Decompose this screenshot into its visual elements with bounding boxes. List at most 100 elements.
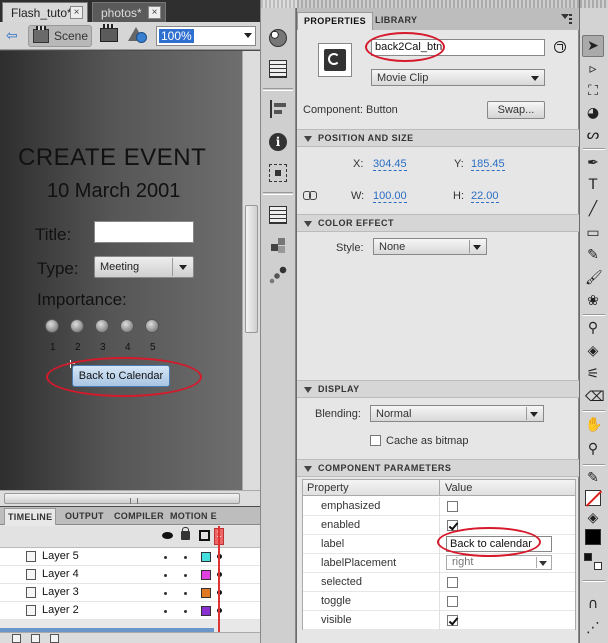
scene-button[interactable]: Scene [28,25,92,47]
rectangle-tool-icon[interactable]: ▭ [585,225,601,241]
stage-horizontal-scrollbar[interactable] [0,490,260,506]
layer-color-swatch[interactable] [201,570,211,580]
pencil-icon[interactable]: ✎ [585,247,601,263]
edit-symbols-icon[interactable] [128,27,148,43]
free-transform-icon[interactable]: ⛶ [585,83,601,99]
layer-row[interactable]: Layer 2 [0,602,260,620]
visibility-dot[interactable] [164,592,167,595]
swap-button[interactable]: Swap... [487,101,545,119]
importance-radio-3[interactable] [95,319,109,333]
outline-icon[interactable] [199,530,210,541]
bone-tool-icon[interactable]: ⚲ [585,320,601,336]
importance-radio-4[interactable] [120,319,134,333]
pen-icon[interactable]: ✒ [585,155,601,171]
panel-menu-icon[interactable] [561,14,573,24]
stage-vertical-scrollbar[interactable] [242,51,260,490]
section-position-size[interactable]: POSITION AND SIZE [297,129,579,147]
tools-grip[interactable] [580,0,608,8]
emphasized-checkbox[interactable] [447,501,458,512]
doc-tab-photos[interactable]: photos* × [92,2,166,22]
snap-magnet-icon[interactable]: ∩ [585,596,601,612]
transform-icon[interactable] [269,164,287,182]
align-icon[interactable] [269,100,287,118]
new-folder-icon[interactable] [31,634,40,643]
lasso-icon[interactable]: ᔕ [585,127,601,143]
smooth-icon[interactable]: ⋰ [585,620,601,636]
tab-motion-editor[interactable]: MOTION E [167,508,220,525]
edit-scene-icon[interactable] [100,24,118,42]
toggle-checkbox[interactable] [447,596,458,607]
zoom-select[interactable]: 100% [156,26,256,46]
tab-timeline[interactable]: TIMELINE [4,508,57,525]
text-tool-icon[interactable]: T [585,177,601,193]
x-value[interactable]: 304.45 [373,158,407,171]
layer-color-swatch[interactable] [201,606,211,616]
paint-bucket-icon[interactable]: ◈ [585,343,601,359]
eyedropper-icon[interactable]: ⚟ [585,366,601,382]
visible-checkbox[interactable] [447,615,458,626]
y-value[interactable]: 185.45 [471,158,505,171]
lock-dot[interactable] [184,610,187,613]
close-icon[interactable]: × [148,6,161,19]
blending-select[interactable]: Normal [370,405,544,422]
section-color-effect[interactable]: COLOR EFFECT [297,214,579,232]
selection-arrow-icon[interactable]: ➤ [585,38,601,54]
lock-dot[interactable] [184,592,187,595]
new-layer-icon[interactable] [12,634,21,643]
enabled-checkbox[interactable] [447,520,458,531]
visibility-dot[interactable] [164,574,167,577]
swap-colors-icon[interactable] [594,562,602,570]
layer-row[interactable]: Layer 5 [0,548,260,566]
scrollbar-thumb[interactable] [4,493,240,504]
dock-grip[interactable] [261,0,297,8]
instance-name-input[interactable]: back2Cal_btn [371,39,545,56]
swatches-icon[interactable] [269,60,287,78]
close-icon[interactable]: × [70,6,83,19]
importance-radio-1[interactable] [45,319,59,333]
stroke-color-swatch[interactable] [585,490,601,506]
tab-compiler[interactable]: COMPILER [111,508,167,525]
lock-icon[interactable] [181,527,190,540]
doc-tab-flash-tuto[interactable]: Flash_tuto* × [2,2,88,22]
h-value[interactable]: 22.00 [471,190,499,203]
3d-rotation-icon[interactable]: ◕ [585,105,601,121]
tab-properties[interactable]: PROPERTIES [297,12,374,30]
tab-output[interactable]: OUTPUT [62,508,107,525]
line-tool-icon[interactable]: ╱ [585,201,601,217]
tab-library[interactable]: LIBRARY [369,12,423,30]
eye-icon[interactable] [162,532,173,539]
stage-canvas[interactable]: CREATE EVENT 10 March 2001 Title: Type: … [0,51,242,490]
brush-icon[interactable]: 🖌 [585,270,603,286]
title-input[interactable] [94,221,194,243]
type-combobox[interactable]: Meeting [94,256,194,278]
w-value[interactable]: 100.00 [373,190,407,203]
symbol-type-select[interactable]: Movie Clip [371,69,545,86]
deco-tool-icon[interactable]: ❀ [585,293,601,309]
motion-presets-icon[interactable] [269,266,287,284]
label-placement-select[interactable]: right [446,555,552,570]
trash-icon[interactable] [50,634,59,643]
visibility-dot[interactable] [164,556,167,559]
section-display[interactable]: DISPLAY [297,380,579,398]
black-white-icon[interactable] [584,553,592,561]
layer-color-swatch[interactable] [201,588,211,598]
importance-radio-5[interactable] [145,319,159,333]
cache-as-bitmap-checkbox[interactable] [370,435,381,446]
hand-tool-icon[interactable]: ✋ [585,417,602,433]
style-select[interactable]: None [373,238,487,255]
visibility-dot[interactable] [164,610,167,613]
lock-dot[interactable] [184,556,187,559]
code-snippets-icon[interactable] [269,206,287,224]
components-icon[interactable] [269,236,287,254]
zoom-tool-icon[interactable]: ⚲ [585,441,601,457]
link-icon[interactable] [303,189,317,201]
selected-checkbox[interactable] [447,577,458,588]
panel-grip[interactable] [297,0,579,8]
subselection-icon[interactable]: ▹ [585,61,601,77]
layer-row[interactable]: Layer 3 [0,584,260,602]
section-component-parameters[interactable]: COMPONENT PARAMETERS [297,459,579,477]
arrow-circle-icon[interactable] [554,41,566,53]
back-arrow-icon[interactable]: ⇦ [6,28,20,42]
back-to-calendar-button[interactable]: Back to Calendar [72,365,170,387]
importance-radio-2[interactable] [70,319,84,333]
